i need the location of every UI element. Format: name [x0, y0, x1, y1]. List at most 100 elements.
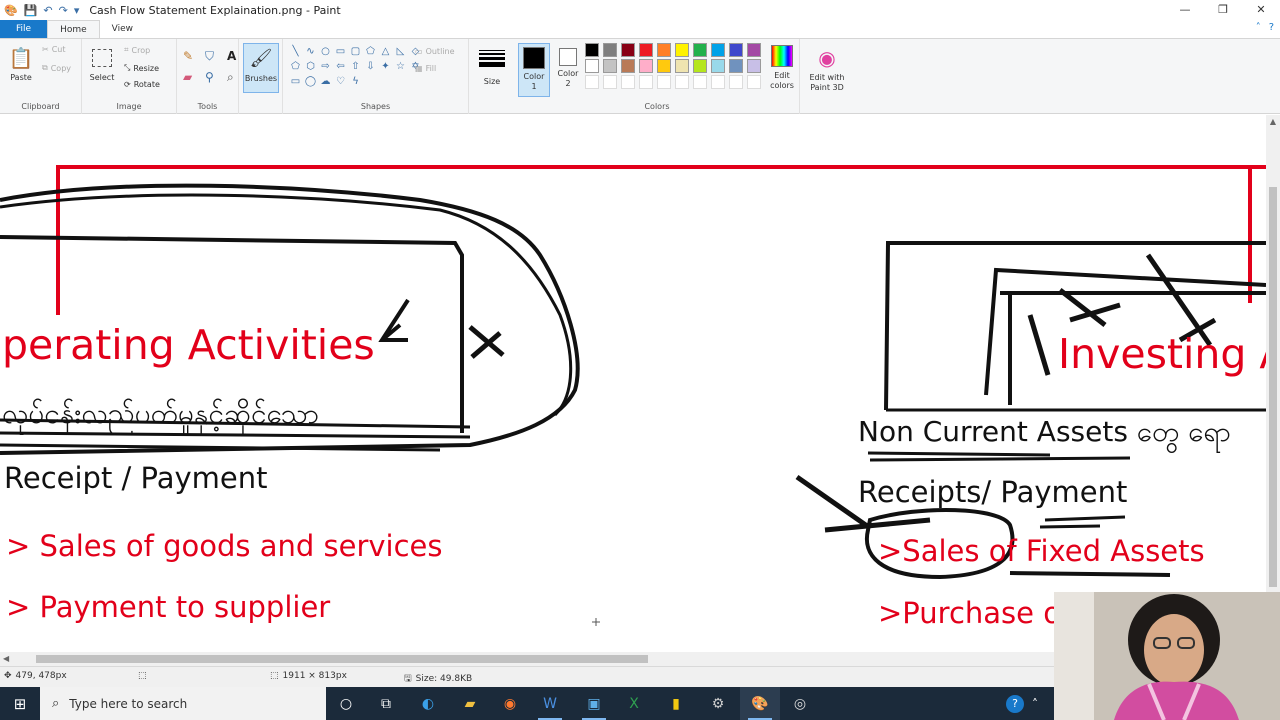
help-tray-icon[interactable]: ? [1006, 694, 1024, 713]
five-point-star-shape-icon[interactable]: ☆ [394, 60, 407, 73]
custom-color-slot[interactable] [747, 75, 761, 89]
crop-button[interactable]: ⌗ Crop [124, 45, 150, 55]
redo-icon[interactable]: ↷ [59, 5, 68, 16]
save-icon[interactable]: 💾 [24, 5, 38, 16]
callout-rect-shape-icon[interactable]: ▭ [289, 75, 302, 88]
palette-swatch[interactable] [621, 59, 635, 73]
rounded-rect-shape-icon[interactable]: ▢ [349, 45, 362, 58]
palette-swatch[interactable] [693, 59, 707, 73]
palette-swatch[interactable] [585, 59, 599, 73]
color-palette[interactable] [585, 43, 763, 89]
undo-icon[interactable]: ↶ [43, 5, 52, 16]
curve-shape-icon[interactable]: ∿ [304, 45, 317, 58]
callout-oval-shape-icon[interactable]: ◯ [304, 75, 317, 88]
horizontal-scroll-thumb[interactable] [36, 655, 648, 663]
down-arrow-shape-icon[interactable]: ⇩ [364, 60, 377, 73]
canvas[interactable]: perating Activities လုပ်ငန်းလည်ပတ်မှုနှင… [0, 115, 1266, 652]
settings-app-icon[interactable]: ⚙ [698, 687, 738, 720]
pentagon-shape-icon[interactable]: ⬠ [289, 60, 302, 73]
custom-color-slot[interactable] [621, 75, 635, 89]
color2-button[interactable]: Color 2 [553, 46, 583, 89]
palette-swatch[interactable] [711, 43, 725, 57]
fill-bucket-icon[interactable]: ⛉ [205, 49, 221, 64]
palette-swatch[interactable] [693, 43, 707, 57]
copy-button[interactable]: ⧉ Copy [42, 63, 71, 73]
power-bi-icon[interactable]: ▮ [656, 687, 696, 720]
palette-swatch[interactable] [657, 59, 671, 73]
firefox-icon[interactable]: ◉ [490, 687, 530, 720]
custom-color-slot[interactable] [675, 75, 689, 89]
color-picker-icon[interactable]: ⚲ [205, 70, 221, 85]
custom-color-slot[interactable] [639, 75, 653, 89]
minimize-button[interactable]: — [1166, 0, 1204, 20]
windows-start-icon[interactable]: ⊞ [0, 687, 40, 720]
collapse-ribbon-icon[interactable]: ˄ [1256, 22, 1261, 33]
outline-button[interactable]: ▭ Outline [415, 47, 455, 56]
cut-button[interactable]: ✂ Cut [42, 45, 66, 54]
custom-color-slot[interactable] [729, 75, 743, 89]
eraser-icon[interactable]: ▰ [183, 70, 199, 85]
select-button[interactable]: Select [88, 45, 116, 83]
palette-swatch[interactable] [603, 59, 617, 73]
pencil-icon[interactable]: ✎ [183, 49, 199, 64]
right-arrow-shape-icon[interactable]: ⇨ [319, 60, 332, 73]
task-view-icon[interactable]: ⧉ [366, 687, 406, 720]
word-icon[interactable]: W [530, 687, 570, 720]
custom-color-slot[interactable] [711, 75, 725, 89]
heart-shape-icon[interactable]: ♡ [334, 75, 347, 88]
palette-swatch[interactable] [639, 43, 653, 57]
custom-color-slot[interactable] [585, 75, 599, 89]
edit-colors-button[interactable]: Edit colors [765, 45, 799, 91]
four-point-star-shape-icon[interactable]: ✦ [379, 60, 392, 73]
palette-swatch[interactable] [675, 59, 689, 73]
color1-button[interactable]: Color 1 [518, 43, 550, 97]
palette-swatch[interactable] [747, 59, 761, 73]
paint-taskbar-icon[interactable]: 🎨 [740, 687, 780, 720]
palette-swatch[interactable] [585, 43, 599, 57]
palette-swatch[interactable] [711, 59, 725, 73]
tab-file[interactable]: File [0, 20, 48, 38]
callout-cloud-shape-icon[interactable]: ☁ [319, 75, 332, 88]
palette-swatch[interactable] [747, 43, 761, 57]
vertical-scrollbar[interactable]: ▲ [1266, 115, 1280, 652]
size-button[interactable]: Size [477, 45, 507, 87]
palette-swatch[interactable] [621, 43, 635, 57]
hexagon-shape-icon[interactable]: ⬡ [304, 60, 317, 73]
resize-button[interactable]: ⤡ Resize [124, 63, 159, 73]
edge-browser-icon[interactable]: ◐ [408, 687, 448, 720]
shapes-gallery[interactable]: ╲ ∿ ○ ▭ ▢ ⬠ △ ◺ ◇ ⬠ ⬡ ⇨ ⇦ ⇧ ⇩ ✦ ☆ ✡ ▭ ◯ [289, 45, 420, 88]
edit-with-paint3d-button[interactable]: ◉ Edit with Paint 3D [804, 45, 850, 93]
tab-view[interactable]: View [100, 20, 145, 38]
palette-swatch[interactable] [729, 59, 743, 73]
oval-shape-icon[interactable]: ○ [319, 45, 332, 58]
up-arrow-shape-icon[interactable]: ⇧ [349, 60, 362, 73]
palette-swatch[interactable] [639, 59, 653, 73]
rectangle-shape-icon[interactable]: ▭ [334, 45, 347, 58]
custom-color-slot[interactable] [693, 75, 707, 89]
obs-icon[interactable]: ◎ [780, 687, 820, 720]
brushes-button[interactable]: 🖌 Brushes [243, 43, 279, 93]
right-triangle-shape-icon[interactable]: ◺ [394, 45, 407, 58]
help-icon[interactable]: ? [1269, 22, 1274, 33]
close-button[interactable]: ✕ [1242, 0, 1280, 20]
lightning-shape-icon[interactable]: ϟ [349, 75, 362, 88]
excel-icon[interactable]: X [614, 687, 654, 720]
vertical-scroll-thumb[interactable] [1269, 187, 1277, 587]
line-shape-icon[interactable]: ╲ [289, 45, 302, 58]
cortana-icon[interactable]: ○ [326, 687, 366, 720]
file-explorer-icon[interactable]: ▰ [450, 687, 490, 720]
paste-button[interactable]: 📋 Paste [6, 45, 36, 83]
palette-swatch[interactable] [657, 43, 671, 57]
palette-swatch[interactable] [603, 43, 617, 57]
rotate-button[interactable]: ⟳ Rotate [124, 80, 160, 89]
photos-icon[interactable]: ▣ [574, 687, 614, 720]
palette-swatch[interactable] [675, 43, 689, 57]
custom-color-slot[interactable] [657, 75, 671, 89]
palette-swatch[interactable] [729, 43, 743, 57]
taskbar-search[interactable]: ⌕ Type here to search [40, 687, 326, 720]
tray-expand-icon[interactable]: ˄ [1032, 697, 1038, 711]
triangle-shape-icon[interactable]: △ [379, 45, 392, 58]
polygon-shape-icon[interactable]: ⬠ [364, 45, 377, 58]
left-arrow-shape-icon[interactable]: ⇦ [334, 60, 347, 73]
fill-button[interactable]: ▦ Fill [415, 64, 436, 73]
